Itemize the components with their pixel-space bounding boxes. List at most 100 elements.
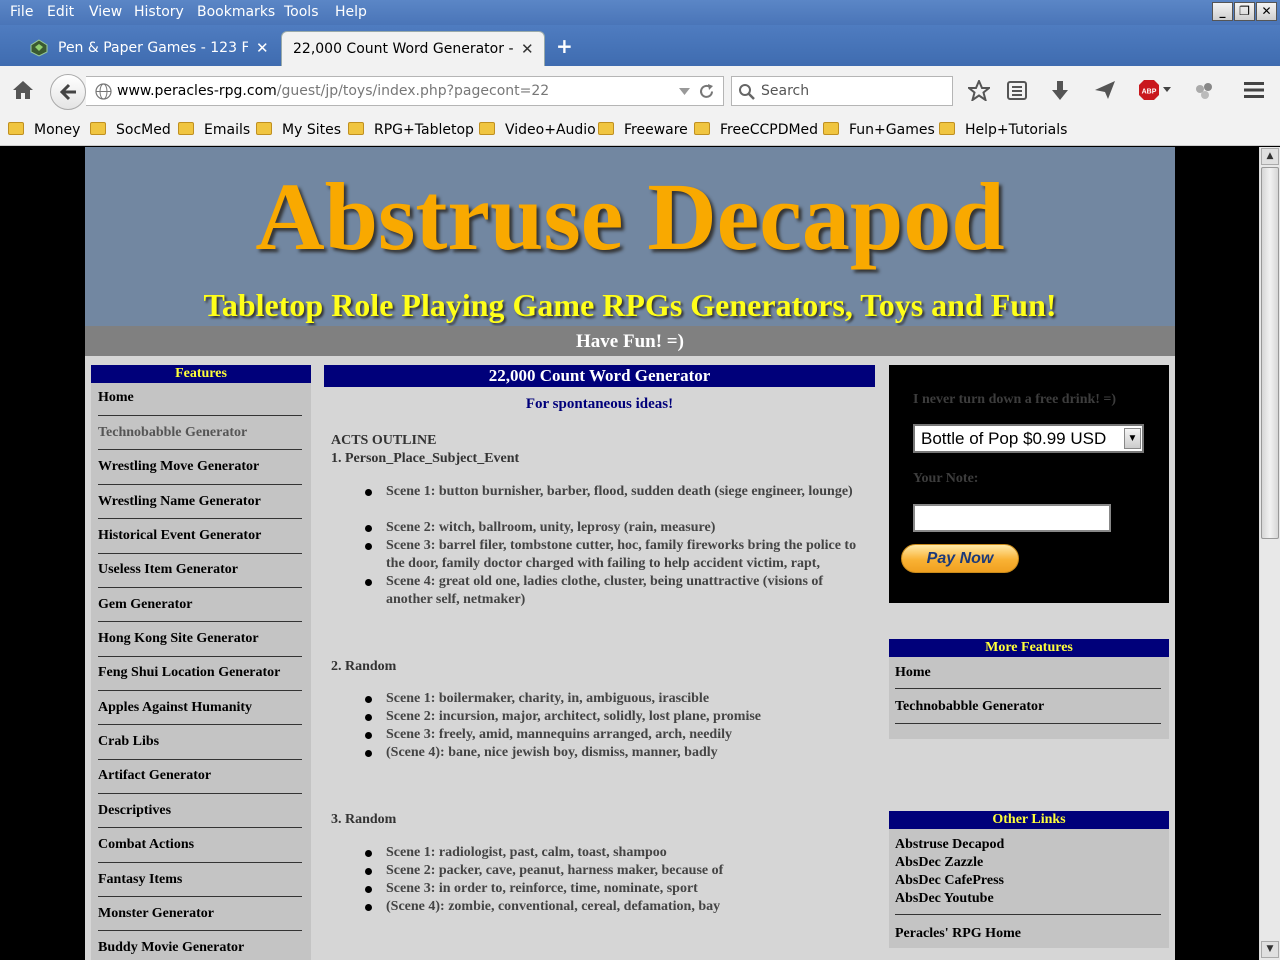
bookmark-emails[interactable]: Emails [178,122,250,138]
reload-icon[interactable] [698,83,715,100]
bookmark-socmed[interactable]: SocMed [90,122,171,138]
other-link-youtube[interactable]: AbsDec Youtube [895,891,994,907]
bullet-icon [365,579,372,586]
scene-item: Scene 1: boilermaker, charity, in, ambig… [365,690,871,708]
feature-link-descriptives[interactable]: Descriptives [98,803,171,819]
hamburger-menu-icon[interactable] [1243,81,1265,99]
tab-word-generator[interactable]: 22,000 Count Word Generator - ... ✕ [281,31,545,66]
scene-text: Scene 4: great old one, ladies clothe, c… [386,574,824,607]
feature-link-useless-item[interactable]: Useless Item Generator [98,562,238,578]
menu-file[interactable]: File [10,4,33,20]
bookmark-video-audio[interactable]: Video+Audio [479,122,596,138]
tab-bar: Pen & Paper Games - 123 Fla... ✕ 22,000 … [0,25,1280,66]
bookmark-money[interactable]: Money [8,122,80,138]
divider [98,415,302,416]
feature-link-feng-shui[interactable]: Feng Shui Location Generator [98,665,280,681]
bookmark-star-icon[interactable] [968,80,990,101]
bookmarks-toolbar: Money SocMed Emails My Sites RPG+Tableto… [0,114,1280,146]
menu-edit[interactable]: Edit [47,4,74,20]
feature-link-monster[interactable]: Monster Generator [98,906,214,922]
bookmark-freeccpdmed[interactable]: FreeCCPDMed [694,122,818,138]
divider [98,621,302,622]
bookmark-label: Help+Tutorials [965,122,1068,138]
url-bar[interactable]: www.peracles-rpg.com/guest/jp/toys/index… [86,76,724,106]
folder-icon [939,122,955,135]
bookmark-my-sites[interactable]: My Sites [256,122,341,138]
menu-help[interactable]: Help [335,4,367,20]
feature-link-crab-libs[interactable]: Crab Libs [98,734,159,750]
folder-icon [694,122,710,135]
menu-view[interactable]: View [89,4,122,20]
feature-link-gem[interactable]: Gem Generator [98,597,192,613]
minimize-button[interactable]: _ [1212,2,1233,21]
home-icon[interactable] [12,80,34,100]
tab-close-icon[interactable]: ✕ [521,40,534,58]
feature-link-buddy-movie[interactable]: Buddy Movie Generator [98,940,244,956]
scene-text: Scene 2: witch, ballroom, unity, leprosy… [386,520,716,535]
scene-item: Scene 2: packer, cave, peanut, harness m… [365,862,871,880]
donation-amount-select[interactable]: Bottle of Pop $0.99 USD ▼ [913,424,1144,453]
bookmark-freeware[interactable]: Freeware [598,122,688,138]
folder-icon [8,122,24,135]
bookmark-rpg-tabletop[interactable]: RPG+Tabletop [348,122,474,138]
tab-pen-paper-games[interactable]: Pen & Paper Games - 123 Fla... ✕ [22,31,278,66]
pay-now-button[interactable]: Pay Now [901,544,1019,573]
other-link-cafepress[interactable]: AbsDec CafePress [895,873,1004,889]
other-link-abstruse-decapod[interactable]: Abstruse Decapod [895,837,1004,853]
dropdown-arrow-icon[interactable] [678,87,691,96]
divider [98,449,302,450]
generator-content: 22,000 Count Word Generator For spontane… [324,365,875,960]
feature-link-apples-against-humanity[interactable]: Apples Against Humanity [98,700,252,716]
selected-option: Bottle of Pop $0.99 USD [921,429,1107,448]
feature-link-fantasy-items[interactable]: Fantasy Items [98,872,182,888]
divider [98,724,302,725]
more-feature-link-technobabble[interactable]: Technobabble Generator [895,699,1044,715]
divider [98,553,302,554]
divider [895,723,1161,724]
feature-link-wrestling-move[interactable]: Wrestling Move Generator [98,459,259,475]
search-bar[interactable]: Search [731,76,953,106]
bookmarks-list-icon[interactable] [1007,81,1027,100]
divider [98,759,302,760]
scroll-up-button[interactable]: ▲ [1261,148,1279,165]
scene-text: Scene 3: barrel filer, tombstone cutter,… [386,538,857,571]
menu-tools[interactable]: Tools [284,4,319,20]
game-favicon-icon [30,39,48,57]
site-subtitle: Tabletop Role Playing Game RPGs Generato… [203,287,1057,323]
adblock-icon[interactable]: ABP [1138,79,1174,101]
feature-link-technobabble[interactable]: Technobabble Generator [98,425,247,441]
bookmark-fun-games[interactable]: Fun+Games [823,122,935,138]
other-link-zazzle[interactable]: AbsDec Zazzle [895,855,983,871]
search-placeholder: Search [761,83,810,99]
your-note-input[interactable] [913,504,1111,532]
scene-item: (Scene 4): bane, nice jewish boy, dismis… [365,744,871,762]
feature-link-home[interactable]: Home [98,390,134,406]
feature-link-hong-kong-site[interactable]: Hong Kong Site Generator [98,631,259,647]
folder-icon [598,122,614,135]
divider [98,656,302,657]
menu-history[interactable]: History [134,4,184,20]
send-icon[interactable] [1094,80,1116,100]
tab-close-icon[interactable]: ✕ [256,39,269,57]
bookmark-label: SocMed [116,122,171,138]
feature-link-historical-event[interactable]: Historical Event Generator [98,528,261,544]
scene-text: Scene 1: button burnisher, barber, flood… [386,484,853,499]
menu-bookmarks[interactable]: Bookmarks [197,4,275,20]
download-icon[interactable] [1050,80,1070,101]
feature-link-wrestling-name[interactable]: Wrestling Name Generator [98,494,261,510]
close-window-button[interactable]: ✕ [1256,2,1277,21]
new-tab-button[interactable]: + [556,34,573,58]
scrollbar-thumb[interactable] [1261,167,1279,539]
bookmark-help-tutorials[interactable]: Help+Tutorials [939,122,1067,138]
feature-link-artifact[interactable]: Artifact Generator [98,768,211,784]
maximize-button[interactable]: ❐ [1234,2,1255,21]
other-link-peracles-home[interactable]: Peracles' RPG Home [895,926,1021,942]
back-button[interactable] [50,74,86,110]
vertical-scrollbar[interactable]: ▲ ▼ [1259,147,1280,960]
extension-icon[interactable] [1194,81,1214,100]
more-feature-link-home[interactable]: Home [895,665,931,681]
scene-item: (Scene 4): zombie, conventional, cereal,… [365,898,871,916]
scroll-down-button[interactable]: ▼ [1261,941,1279,958]
feature-link-combat-actions[interactable]: Combat Actions [98,837,194,853]
divider [98,690,302,691]
